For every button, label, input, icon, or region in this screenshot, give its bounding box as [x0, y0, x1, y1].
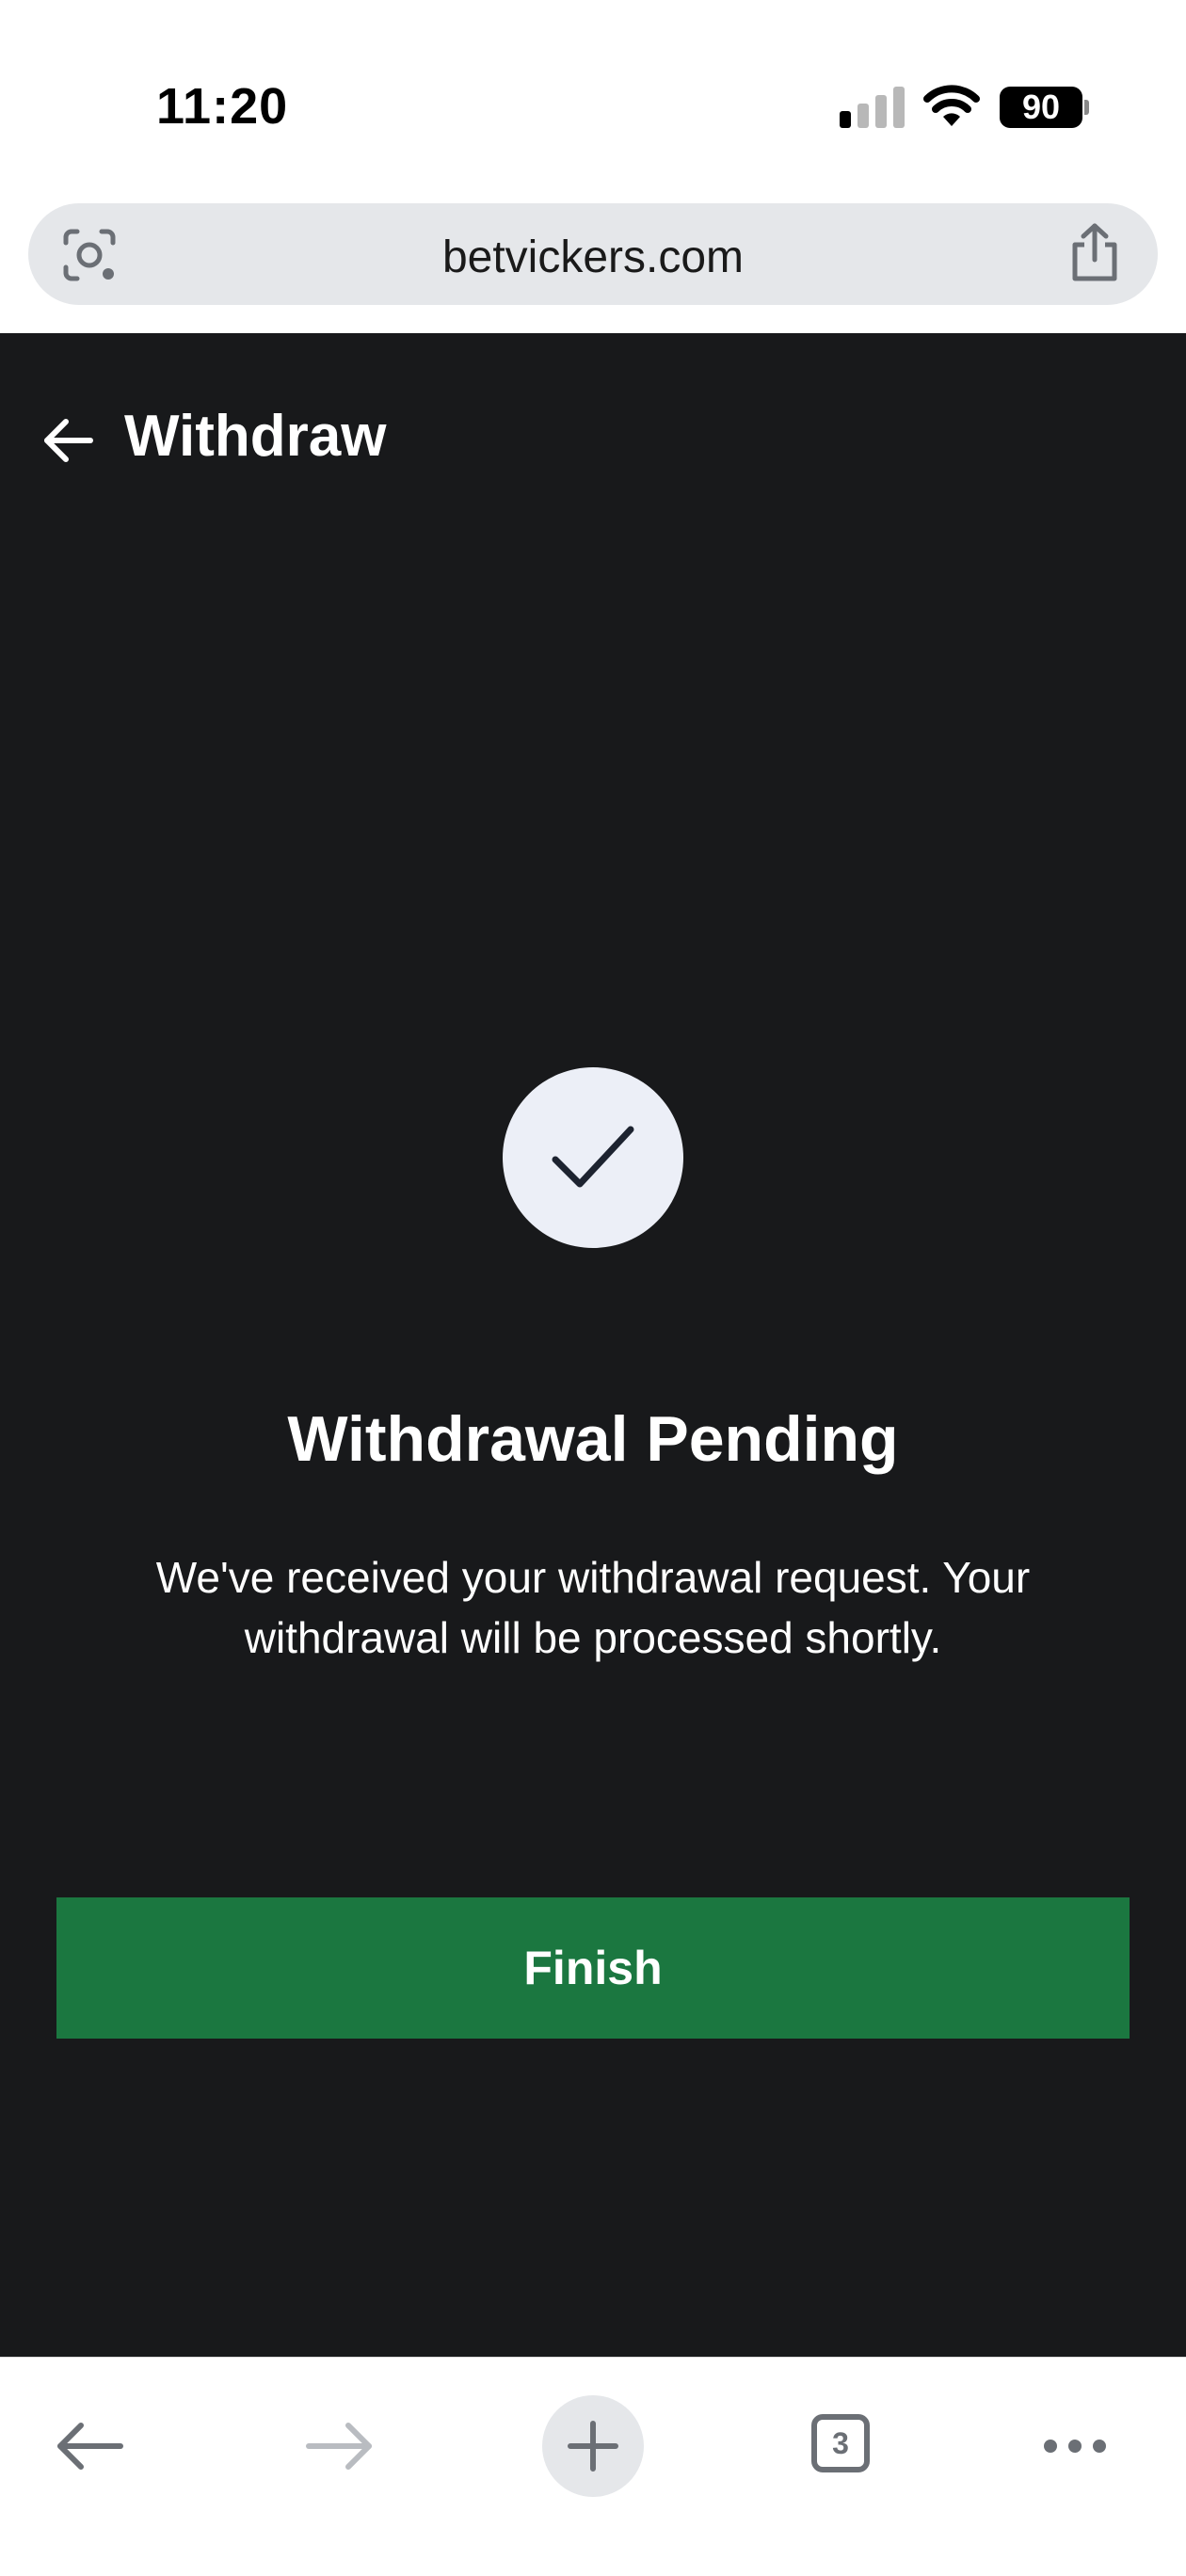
plus-icon: [568, 2421, 618, 2472]
arrow-left-icon[interactable]: [41, 414, 94, 467]
withdraw-screen: Withdraw Withdrawal Pending We've receiv…: [0, 333, 1186, 2357]
status-time: 11:20: [156, 78, 289, 135]
browser-forward-icon[interactable]: [305, 2418, 377, 2474]
status-headline: Withdrawal Pending: [287, 1403, 899, 1475]
battery-indicator: 90: [1000, 87, 1090, 128]
tab-switcher-button[interactable]: 3: [811, 2414, 870, 2472]
page-title: Withdraw: [124, 404, 387, 469]
new-tab-button[interactable]: [542, 2395, 644, 2497]
checkmark-icon: [552, 1126, 634, 1188]
browser-toolbar: 3: [0, 2357, 1186, 2576]
ellipsis-icon[interactable]: [1041, 2435, 1109, 2457]
url-text[interactable]: betvickers.com: [28, 232, 1158, 283]
status-bar: 11:20 90: [0, 0, 1186, 198]
wifi-icon: [923, 85, 980, 126]
browser-back-icon[interactable]: [53, 2418, 124, 2474]
status-message: We've received your withdrawal request. …: [155, 1553, 1031, 1662]
cellular-signal-icon: [840, 87, 905, 128]
battery-tip: [1084, 100, 1089, 115]
share-icon[interactable]: [1066, 222, 1124, 284]
success-badge: [503, 1067, 683, 1248]
address-bar[interactable]: betvickers.com: [28, 203, 1158, 305]
finish-button[interactable]: Finish: [56, 1897, 1130, 2039]
battery-level: 90: [1000, 87, 1082, 128]
